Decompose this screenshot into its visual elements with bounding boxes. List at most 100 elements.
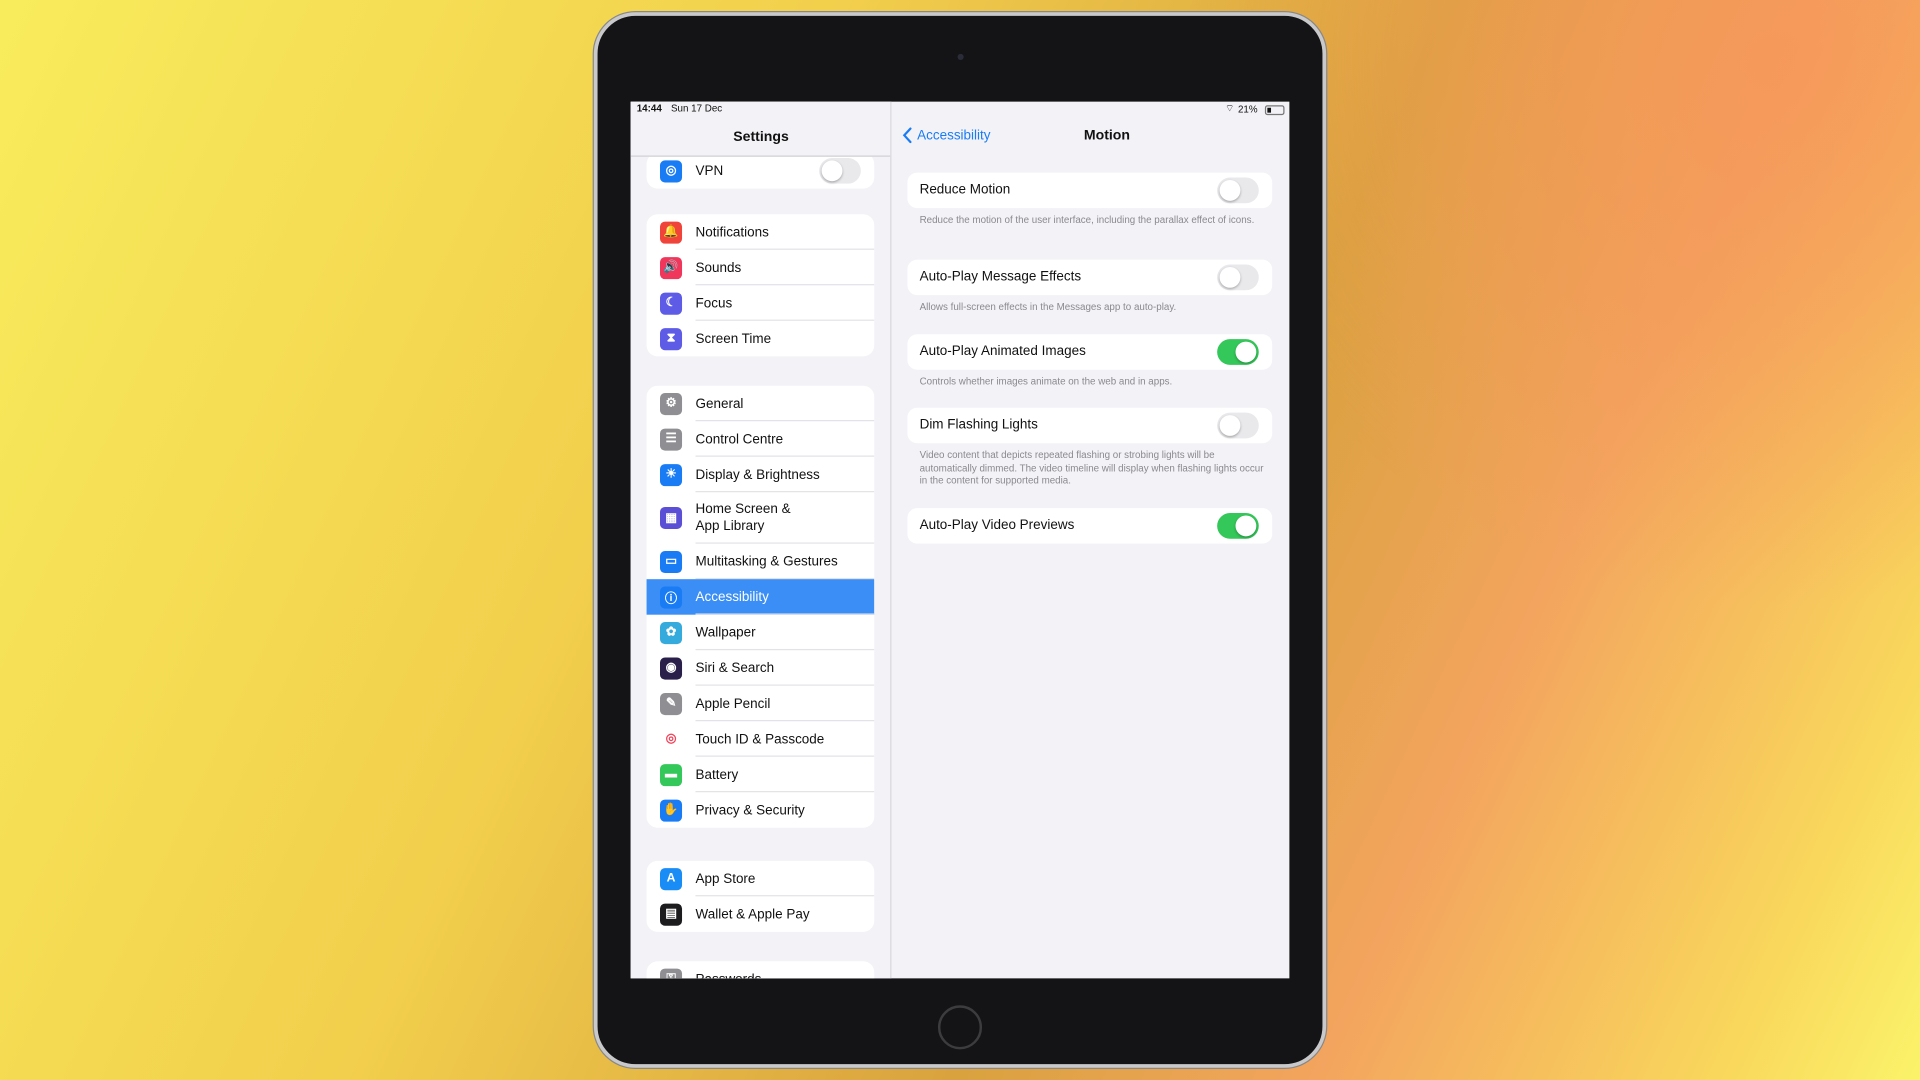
- toggle-knob: [1219, 180, 1241, 201]
- key-icon: ⚿: [660, 967, 683, 979]
- gear-icon: ⚙: [660, 392, 683, 415]
- sounds-icon: 🔊: [660, 256, 683, 279]
- setting-label: Auto-Play Message Effects: [919, 269, 1082, 285]
- sidebar-item-label: Passwords: [696, 970, 762, 979]
- control-centre-icon: ☰: [660, 427, 683, 451]
- sidebar-item-control-centre[interactable]: ☰ Control Centre: [647, 421, 875, 457]
- pencil-icon: ✎: [660, 692, 683, 715]
- sidebar-item-focus[interactable]: ☾ Focus: [647, 285, 875, 321]
- settings-group: ◎ VPN: [646, 153, 875, 189]
- settings-group: ⚿ Passwords: [646, 961, 875, 979]
- fingerprint-icon: ◎: [660, 727, 683, 751]
- sidebar-item-wallpaper[interactable]: ✿ Wallpaper: [647, 615, 875, 651]
- home-button[interactable]: [937, 1005, 983, 1050]
- screen: ◎ VPN 🔔 Notifications 🔊 Sounds ☾ Focus ⧗ Screen T…: [630, 101, 1290, 979]
- auto-play-animated-images-toggle[interactable]: [1217, 339, 1259, 365]
- sidebar-item-label: Multitasking & Gestures: [695, 554, 838, 569]
- sidebar-item-notifications[interactable]: 🔔 Notifications: [647, 214, 875, 250]
- sidebar-item-apple-pencil[interactable]: ✎ Apple Pencil: [647, 686, 875, 722]
- setting-label: Auto-Play Animated Images: [919, 344, 1086, 359]
- setting-footer: Reduce the motion of the user interface,…: [919, 214, 1255, 226]
- sidebar-item-label: Home Screen & App Library: [695, 502, 791, 534]
- setting-auto-play-message-effects: Auto-Play Message Effects: [907, 259, 1273, 296]
- sidebar-item-label: VPN: [695, 163, 724, 179]
- sidebar-item-label: Notifications: [695, 224, 769, 240]
- motion-detail: ⌔ 21% Motion Accessibility Reduce Motion…: [893, 102, 1290, 979]
- sidebar-item-passwords[interactable]: ⚿ Passwords: [647, 961, 875, 979]
- sidebar-item-vpn[interactable]: ◎ VPN: [647, 153, 875, 189]
- sidebar-item-display-brightness[interactable]: ☀ Display & Brightness: [647, 457, 875, 493]
- settings-group: ⚙ General ☰ Control Centre ☀ Display & Bright…: [646, 385, 875, 828]
- toggle-knob: [1219, 415, 1241, 436]
- wallpaper-icon: ✿: [660, 621, 683, 644]
- sidebar-item-privacy-security[interactable]: ✋ Privacy & Security: [647, 792, 875, 828]
- setting-label: Reduce Motion: [919, 182, 1011, 198]
- setting-dim-flashing-lights: Dim Flashing Lights: [907, 407, 1273, 444]
- sidebar-item-label: General: [695, 396, 744, 411]
- home-screen-icon: ▦: [660, 506, 683, 529]
- status-date: Sun 17 Dec: [671, 102, 723, 114]
- toggle-knob: [1235, 341, 1257, 363]
- sidebar-item-general[interactable]: ⚙ General: [647, 386, 875, 422]
- sidebar-item-app-store[interactable]: A App Store: [647, 861, 875, 897]
- dim-flashing-lights-toggle[interactable]: [1217, 412, 1259, 439]
- toggle-knob: [821, 160, 843, 182]
- settings-group: A App Store ▤ Wallet & Apple Pay: [646, 860, 875, 932]
- chevron-left-icon: [902, 127, 912, 144]
- reduce-motion-toggle[interactable]: [1217, 177, 1259, 204]
- setting-label: Auto-Play Video Previews: [919, 517, 1075, 533]
- setting-auto-play-animated-images: Auto-Play Animated Images: [907, 334, 1273, 370]
- accessibility-icon: ⓘ: [660, 585, 683, 608]
- sidebar-item-label: Battery: [695, 767, 739, 782]
- wifi-icon: ⌔: [1225, 102, 1235, 114]
- setting-reduce-motion: Reduce Motion: [907, 172, 1273, 209]
- focus-icon: ☾: [660, 292, 683, 315]
- sidebar-item-label: Control Centre: [695, 431, 784, 447]
- vpn-icon: ◎: [660, 159, 683, 182]
- setting-footer: Video content that depicts repeated flas…: [919, 449, 1264, 487]
- sidebar-item-sounds[interactable]: 🔊 Sounds: [647, 250, 875, 286]
- sidebar-item-battery[interactable]: ▬ Battery: [647, 757, 875, 793]
- sidebar-item-label: Accessibility: [695, 589, 769, 605]
- screen-time-icon: ⧗: [660, 327, 683, 350]
- brightness-icon: ☀: [660, 463, 683, 486]
- setting-auto-play-video-previews: Auto-Play Video Previews: [907, 508, 1273, 544]
- back-label: Accessibility: [917, 127, 991, 143]
- sidebar-item-label: Touch ID & Passcode: [695, 731, 825, 747]
- settings-sidebar: ◎ VPN 🔔 Notifications 🔊 Sounds ☾ Focus ⧗ Screen T…: [630, 101, 892, 979]
- notifications-icon: 🔔: [660, 221, 683, 244]
- toggle-knob: [1219, 266, 1241, 288]
- sidebar-item-accessibility[interactable]: ⓘ Accessibility: [646, 579, 875, 615]
- sidebar-header: 14:44 Sun 17 Dec Settings: [630, 101, 891, 157]
- app-store-icon: A: [660, 867, 683, 890]
- sidebar-item-screen-time[interactable]: ⧗ Screen Time: [647, 321, 875, 357]
- battery-icon: [1264, 105, 1285, 116]
- sidebar-item-multitasking-gestures[interactable]: ▭ Multitasking & Gestures: [647, 544, 875, 580]
- auto-play-message-effects-toggle[interactable]: [1217, 264, 1259, 291]
- battery-percent: 21%: [1237, 103, 1258, 115]
- stage: ◎ VPN 🔔 Notifications 🔊 Sounds ☾ Focus ⧗ Screen T…: [0, 0, 1920, 1080]
- sidebar-item-siri-search[interactable]: ◉ Siri & Search: [647, 650, 875, 686]
- sidebar-item-touch-id-passcode[interactable]: ◎ Touch ID & Passcode: [647, 721, 875, 757]
- sidebar-title: Settings: [733, 129, 789, 145]
- battery-icon: ▬: [660, 763, 683, 786]
- back-button[interactable]: Accessibility: [902, 127, 991, 144]
- siri-icon: ◉: [660, 656, 683, 679]
- wallet-icon: ▤: [660, 903, 683, 926]
- setting-label: Dim Flashing Lights: [919, 417, 1038, 433]
- status-time: 14:44: [636, 102, 662, 114]
- hand-icon: ✋: [660, 798, 683, 822]
- vpn-toggle[interactable]: [819, 157, 861, 184]
- auto-play-video-previews-toggle[interactable]: [1217, 513, 1259, 539]
- sidebar-item-label: Wallpaper: [695, 625, 756, 640]
- sidebar-item-label: Sounds: [695, 260, 742, 275]
- sidebar-item-label: Wallet & Apple Pay: [695, 906, 810, 922]
- sidebar-item-label: App Store: [695, 871, 756, 886]
- setting-footer: Controls whether images animate on the w…: [919, 375, 1173, 387]
- sidebar-item-label: Privacy & Security: [695, 802, 805, 818]
- sidebar-item-label: Apple Pencil: [695, 696, 771, 711]
- sidebar-item-wallet-apple-pay[interactable]: ▤ Wallet & Apple Pay: [647, 896, 875, 932]
- sidebar-item-label: Screen Time: [695, 331, 772, 346]
- sidebar-item-label: Focus: [695, 295, 733, 311]
- sidebar-item-home-screen-app-library[interactable]: ▦ Home Screen & App Library: [647, 492, 875, 544]
